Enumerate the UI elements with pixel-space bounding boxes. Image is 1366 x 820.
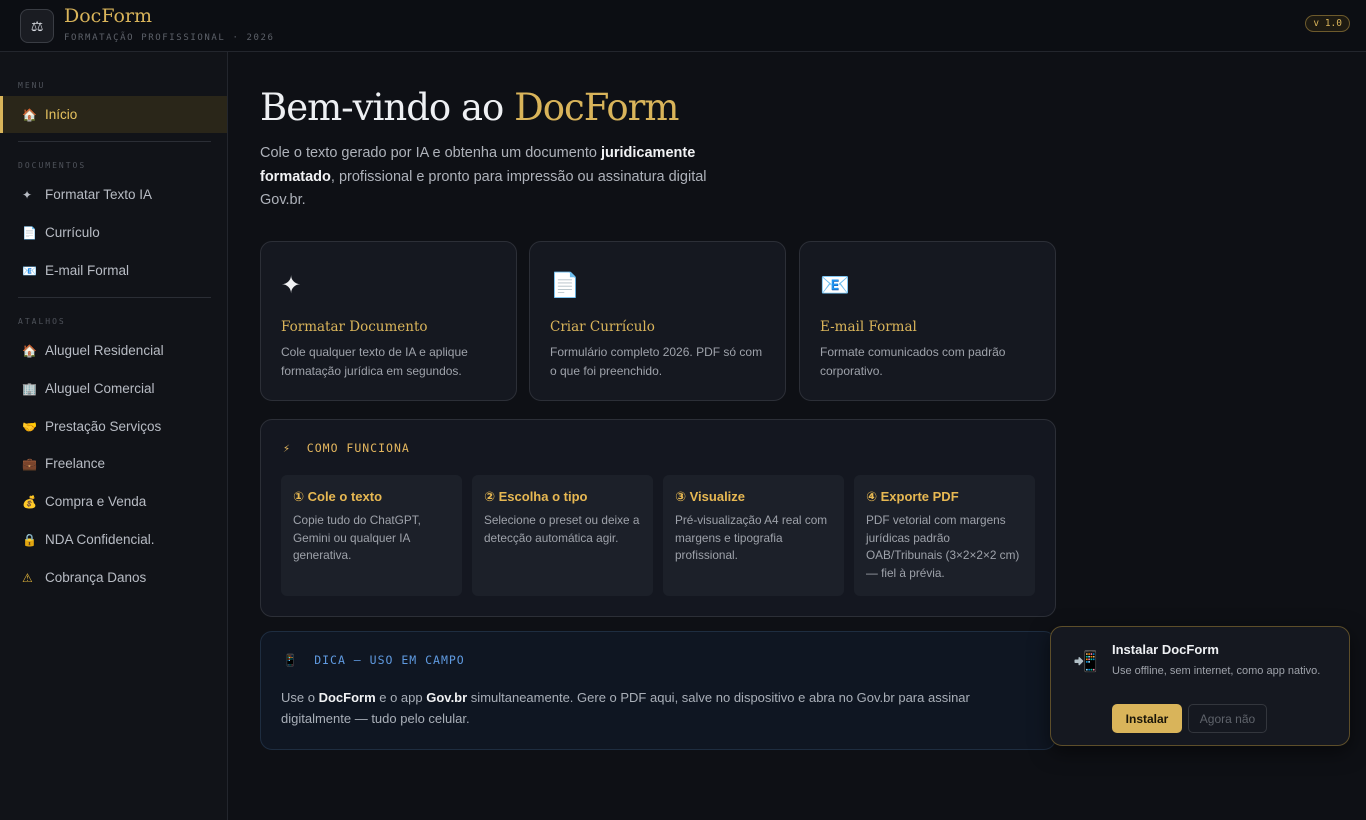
sidebar-item-nda[interactable]: 🔒 NDA Confidencial. xyxy=(0,521,227,558)
lock-icon: 🔒 xyxy=(22,532,37,547)
step-card: ① Cole o texto Copie tudo do ChatGPT, Ge… xyxy=(281,475,462,596)
sidebar-item-label: Início xyxy=(45,107,78,122)
sparkle-icon: ✦ xyxy=(281,272,302,299)
card-title: Formatar Documento xyxy=(281,319,428,335)
envelope-icon: 📧 xyxy=(820,272,850,299)
step-description: Pré-visualização A4 real com margens e t… xyxy=(675,513,828,562)
divider xyxy=(18,141,211,142)
sidebar-item-label: Cobrança Danos xyxy=(45,570,147,585)
card-description: Formulário completo 2026. PDF só com o q… xyxy=(550,345,763,378)
tip-text: Use o DocForm e o app Gov.br simultaneam… xyxy=(281,690,970,726)
office-building-icon: 🏢 xyxy=(22,381,37,396)
install-button[interactable]: Instalar xyxy=(1112,704,1182,733)
house-icon: 🏠 xyxy=(22,343,37,358)
step-card: ④ Exporte PDF PDF vetorial com margens j… xyxy=(854,475,1035,596)
step-title: ② Escolha o tipo xyxy=(484,489,588,504)
divider xyxy=(18,297,211,298)
atalhos-section-label: ATALHOS xyxy=(18,317,66,326)
step-title: ③ Visualize xyxy=(675,489,746,504)
mobile-phone-icon: 📱 xyxy=(283,653,299,667)
top-bar: ⚖ DocForm FORMATAÇÃO PROFISSIONAL · 2026… xyxy=(0,0,1366,52)
card-title: E-mail Formal xyxy=(820,319,917,335)
intro-text: Cole o texto gerado por IA e obtenha um … xyxy=(260,145,707,208)
sidebar-item-aluguel-residencial[interactable]: 🏠 Aluguel Residencial xyxy=(0,332,227,369)
sidebar-item-cobranca-danos[interactable]: ⚠ Cobrança Danos xyxy=(0,559,227,596)
step-card: ② Escolha o tipo Selecione o preset ou d… xyxy=(472,475,653,596)
sidebar-item-label: Currículo xyxy=(45,225,100,240)
install-prompt: 📲 Instalar DocForm Use offline, sem inte… xyxy=(1050,626,1350,746)
handshake-icon: 🤝 xyxy=(22,419,37,434)
document-icon: 📄 xyxy=(22,225,37,240)
briefcase-icon: 💼 xyxy=(22,456,37,471)
step-title: ④ Exporte PDF xyxy=(866,489,959,504)
install-app-icon: 📲 xyxy=(1073,651,1098,673)
house-icon: 🏠 xyxy=(22,107,37,122)
sidebar-item-compra-venda[interactable]: 💰 Compra e Venda xyxy=(0,483,227,520)
how-it-works-label: ⚡ COMO FUNCIONA xyxy=(283,441,410,455)
sidebar-item-label: Freelance xyxy=(45,456,106,471)
tip-panel: 📱 DICA — USO EM CAMPO Use o DocForm e o … xyxy=(260,631,1056,750)
sidebar-item-label: Aluguel Comercial xyxy=(45,381,155,396)
documentos-section-label: DOCUMENTOS xyxy=(18,161,87,170)
card-title: Criar Currículo xyxy=(550,319,655,335)
sidebar-item-freelance[interactable]: 💼 Freelance xyxy=(0,445,227,482)
card-description: Formate comunicados com padrão corporati… xyxy=(820,345,1006,378)
page-title: Bem-vindo ao DocForm xyxy=(260,86,679,129)
sparkle-icon: ✦ xyxy=(22,187,33,202)
step-description: Copie tudo do ChatGPT, Gemini ou qualque… xyxy=(293,513,421,562)
card-email-formal[interactable]: 📧 E-mail Formal Formate comunicados com … xyxy=(799,241,1056,401)
document-icon: 📄 xyxy=(550,272,580,299)
version-badge: v 1.0 xyxy=(1305,15,1350,32)
money-bag-icon: 💰 xyxy=(22,494,37,509)
card-description: Cole qualquer texto de IA e aplique form… xyxy=(281,345,468,378)
not-now-button[interactable]: Agora não xyxy=(1188,704,1267,733)
install-title: Instalar DocForm xyxy=(1112,642,1219,657)
sidebar-item-label: Prestação Serviços xyxy=(45,419,162,434)
sidebar: MENU 🏠 Início DOCUMENTOS ✦ Formatar Text… xyxy=(0,52,228,820)
card-formatar-documento[interactable]: ✦ Formatar Documento Cole qualquer texto… xyxy=(260,241,517,401)
lightning-icon: ⚡ xyxy=(283,441,291,455)
sidebar-item-email-formal[interactable]: 📧 E-mail Formal xyxy=(0,252,227,289)
install-description: Use offline, sem internet, como app nati… xyxy=(1112,665,1321,677)
warning-icon: ⚠ xyxy=(22,570,33,585)
how-it-works-panel: ⚡ COMO FUNCIONA ① Cole o texto Copie tud… xyxy=(260,419,1056,617)
tip-label: 📱 DICA — USO EM CAMPO xyxy=(283,653,465,667)
sidebar-item-label: E-mail Formal xyxy=(45,263,130,278)
sidebar-item-label: Formatar Texto IA xyxy=(45,187,153,202)
sidebar-item-curriculo[interactable]: 📄 Currículo xyxy=(0,214,227,251)
step-card: ③ Visualize Pré-visualização A4 real com… xyxy=(663,475,844,596)
menu-section-label: MENU xyxy=(18,81,46,90)
envelope-icon: 📧 xyxy=(22,263,37,278)
sidebar-item-inicio[interactable]: 🏠 Início xyxy=(0,96,227,133)
brand-name: DocForm xyxy=(64,5,152,27)
scales-icon[interactable]: ⚖ xyxy=(20,9,54,43)
sidebar-item-prestacao-servicos[interactable]: 🤝 Prestação Serviços xyxy=(0,408,227,445)
sidebar-item-aluguel-comercial[interactable]: 🏢 Aluguel Comercial xyxy=(0,370,227,407)
step-description: Selecione o preset ou deixe a detecção a… xyxy=(484,513,640,545)
brand-subtitle: FORMATAÇÃO PROFISSIONAL · 2026 xyxy=(64,33,275,43)
sidebar-item-formatar-texto[interactable]: ✦ Formatar Texto IA xyxy=(0,176,227,213)
card-criar-curriculo[interactable]: 📄 Criar Currículo Formulário completo 20… xyxy=(529,241,786,401)
sidebar-item-label: Compra e Venda xyxy=(45,494,147,509)
step-title: ① Cole o texto xyxy=(293,489,383,504)
sidebar-item-label: Aluguel Residencial xyxy=(45,343,164,358)
step-description: PDF vetorial com margens jurídicas padrã… xyxy=(866,513,1020,580)
sidebar-item-label: NDA Confidencial. xyxy=(45,532,155,547)
